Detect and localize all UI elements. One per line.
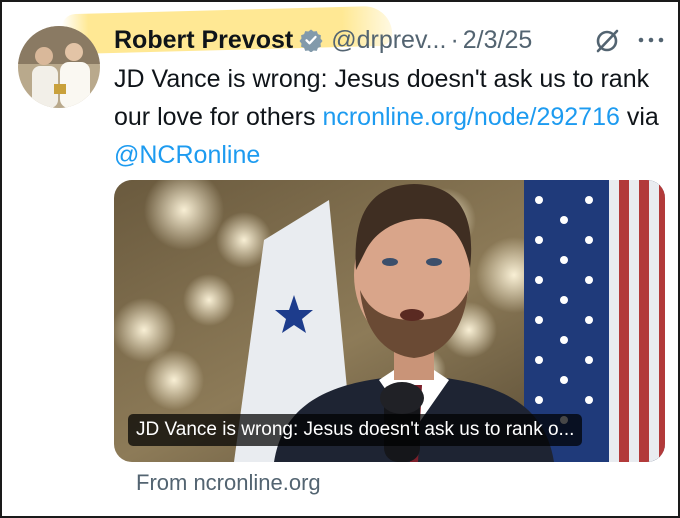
mention-link[interactable]: @NCRonline — [114, 141, 260, 169]
tweet-text: JD Vance is wrong: Jesus doesn't ask us … — [114, 60, 674, 174]
link-card-image[interactable]: JD Vance is wrong: Jesus doesn't ask us … — [114, 180, 665, 462]
verified-badge-icon — [299, 28, 323, 53]
link-card-caption: JD Vance is wrong: Jesus doesn't ask us … — [128, 414, 583, 446]
author-handle[interactable]: @drprev... — [331, 26, 446, 55]
more-options-icon[interactable] — [634, 28, 668, 52]
tweet-header: Robert Prevost @drprev... · 2/3/25 — [114, 20, 532, 60]
avatar[interactable] — [18, 26, 100, 108]
author-name[interactable]: Robert Prevost — [114, 26, 293, 55]
tweet-date[interactable]: 2/3/25 — [463, 26, 533, 55]
link-card-source[interactable]: From ncronline.org — [136, 470, 321, 496]
grok-icon[interactable] — [592, 26, 622, 56]
tweet-card: Robert Prevost @drprev... · 2/3/25 JD Va… — [2, 2, 678, 516]
separator-dot: · — [450, 25, 459, 54]
article-link[interactable]: ncronline.org/node/292716 — [322, 103, 619, 131]
via-text: via — [619, 103, 659, 131]
